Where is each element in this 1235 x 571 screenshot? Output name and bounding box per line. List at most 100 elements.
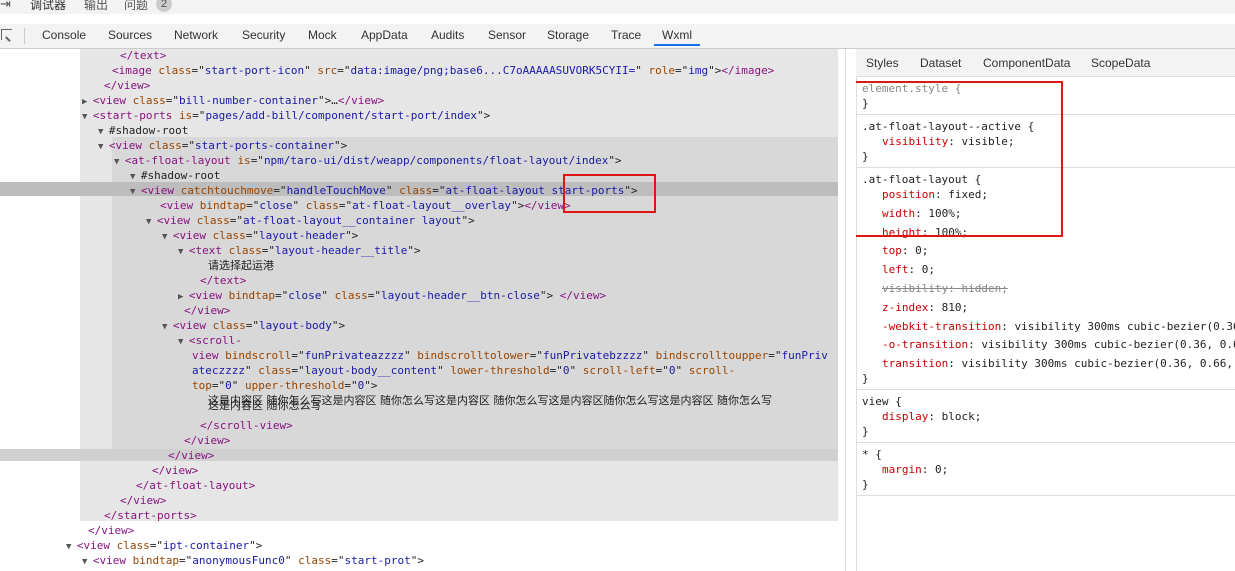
css-declaration[interactable]: visibility: hidden; — [882, 281, 1008, 296]
tab-trace[interactable]: Trace — [611, 28, 641, 42]
wxml-node-line[interactable]: ▼ #shadow-root — [98, 123, 188, 138]
subtab-componentdata[interactable]: ComponentData — [983, 56, 1070, 70]
wxml-token: =" — [261, 244, 275, 257]
wxml-token: class — [399, 184, 433, 197]
wxml-node-line[interactable]: ▶ <view class="bill-number-container">…<… — [82, 93, 384, 108]
css-property-value: visibility 300ms cubic-bezier(0.36, 0.66… — [961, 357, 1234, 371]
wxml-node-line[interactable]: </start-ports> — [104, 508, 197, 523]
wxml-node-line[interactable]: ateczzzz" class="layout-body__content" l… — [192, 363, 735, 378]
wxml-node-line[interactable]: 请选择起运港 — [208, 258, 274, 273]
dock-icon[interactable]: ⇥ — [0, 0, 11, 12]
css-declaration[interactable]: left: 0; — [882, 262, 935, 277]
tab-output[interactable]: 输出 — [84, 0, 108, 13]
wxml-node-line[interactable]: ▼ <view class="layout-header"> — [162, 228, 358, 243]
wxml-node-line[interactable]: ▼ <view class="ipt-container"> — [66, 538, 262, 553]
collapse-triangle-icon[interactable]: ▼ — [178, 337, 189, 347]
expand-triangle-icon[interactable]: ▶ — [178, 292, 189, 302]
wxml-node-line[interactable]: </at-float-layout> — [136, 478, 255, 493]
wxml-token: top — [192, 379, 212, 392]
subtab-scopedata[interactable]: ScopeData — [1091, 56, 1150, 70]
wxml-node-line[interactable]: ▼ <view class="layout-body"> — [162, 318, 345, 333]
wxml-token: "> — [511, 199, 525, 212]
wxml-token: </view> — [559, 289, 607, 302]
wxml-token: layout-body — [258, 319, 332, 332]
tab-audits[interactable]: Audits — [431, 28, 464, 42]
collapse-triangle-icon[interactable]: ▼ — [82, 112, 93, 122]
subtab-dataset[interactable]: Dataset — [920, 56, 961, 70]
css-selector[interactable]: view { — [862, 394, 902, 409]
tab-network[interactable]: Network — [174, 28, 218, 42]
collapse-triangle-icon[interactable]: ▼ — [98, 142, 109, 152]
inspect-element-icon[interactable] — [1, 29, 12, 40]
wxml-token: </text> — [120, 49, 167, 62]
collapse-triangle-icon[interactable]: ▼ — [162, 232, 173, 242]
collapse-triangle-icon[interactable]: ▼ — [66, 542, 77, 552]
wxml-node-line[interactable]: 这是内容区 随你怎么写 — [208, 398, 322, 413]
wxml-node-line[interactable]: ▼ <at-float-layout is="npm/taro-ui/dist/… — [114, 153, 622, 168]
css-declaration[interactable]: top: 0; — [882, 243, 928, 258]
wxml-node-line[interactable]: view bindscroll="funPrivateazzzz" bindsc… — [192, 348, 828, 363]
tab-debugger[interactable]: 调试器 — [30, 0, 66, 13]
wxml-token: </view> — [337, 94, 385, 107]
wxml-node-line[interactable]: ▶ <view bindtap="close" class="layout-he… — [178, 288, 606, 303]
tab-mock[interactable]: Mock — [308, 28, 337, 42]
tab-problems[interactable]: 问题 — [124, 0, 148, 13]
wxml-node-line[interactable]: ▼ <start-ports is="pages/add-bill/compon… — [82, 108, 490, 123]
wxml-token: <view — [76, 539, 117, 552]
wxml-token: 这是内容区 随你怎么写 — [208, 399, 322, 412]
wxml-token: class — [212, 319, 246, 332]
wxml-node-line[interactable]: </view> — [88, 523, 134, 538]
css-selector[interactable]: * { — [862, 447, 882, 462]
expand-triangle-icon[interactable]: ▶ — [82, 97, 93, 107]
wxml-node-line[interactable]: ▼ <view class="at-float-layout__containe… — [146, 213, 475, 228]
css-declaration[interactable]: margin: 0; — [882, 462, 948, 477]
wxml-node-line[interactable]: </text> — [200, 273, 246, 288]
wxml-node-line[interactable]: ▼ #shadow-root — [130, 168, 220, 183]
wxml-node-line[interactable]: ▼ <view catchtouchmove="handleTouchMove"… — [130, 183, 638, 198]
wxml-node-line[interactable]: <image class="start-port-icon" src="data… — [112, 63, 774, 78]
wxml-node-line[interactable]: </view> — [184, 433, 230, 448]
collapse-triangle-icon[interactable]: ▼ — [98, 127, 109, 137]
wxml-node-line[interactable]: </scroll-view> — [200, 418, 293, 433]
css-declaration[interactable]: transition: visibility 300ms cubic-bezie… — [882, 356, 1233, 371]
wxml-node-line[interactable]: ▼ <view bindtap="anonymousFunc0" class="… — [82, 553, 424, 568]
wxml-node-line[interactable]: <view bindtap="close" class="at-float-la… — [160, 198, 571, 213]
wxml-node-line[interactable]: ▼ <text class="layout-header__title"> — [178, 243, 421, 258]
wxml-node-line[interactable]: </view> — [152, 463, 198, 478]
wxml-node-line[interactable]: </view> — [104, 78, 150, 93]
tab-wxml[interactable]: Wxml — [654, 28, 700, 46]
collapse-triangle-icon[interactable]: ▼ — [82, 557, 93, 567]
tab-appdata[interactable]: AppData — [361, 28, 408, 42]
tab-console[interactable]: Console — [42, 28, 86, 42]
css-declaration[interactable]: display: block; — [882, 409, 981, 424]
tab-sources[interactable]: Sources — [108, 28, 152, 42]
wxml-node-line[interactable]: </view> — [120, 493, 166, 508]
wxml-token: is — [237, 154, 251, 167]
collapse-triangle-icon[interactable]: ▼ — [162, 322, 173, 332]
collapse-triangle-icon[interactable]: ▼ — [114, 157, 125, 167]
wxml-node-line[interactable]: ▼ <view class="start-ports-container"> — [98, 138, 347, 153]
wxml-token: class — [212, 229, 246, 242]
css-declaration[interactable]: -o-transition: visibility 300ms cubic-be… — [882, 337, 1235, 352]
css-property-name: left — [882, 263, 909, 277]
wxml-node-line[interactable]: top="0" upper-threshold="0"> — [192, 378, 377, 393]
wxml-node-line[interactable]: ▼ <scroll- — [178, 333, 242, 348]
wxml-node-line[interactable]: </view> — [168, 448, 214, 463]
tab-sensor[interactable]: Sensor — [488, 28, 526, 42]
subtab-styles[interactable]: Styles — [860, 49, 905, 77]
annotation-box-class — [563, 174, 656, 213]
collapse-triangle-icon[interactable]: ▼ — [146, 217, 157, 227]
wxml-node-line[interactable]: </view> — [184, 303, 230, 318]
collapse-triangle-icon[interactable]: ▼ — [130, 172, 141, 182]
wxml-node-line[interactable]: </text> — [120, 49, 166, 63]
collapse-triangle-icon[interactable]: ▼ — [130, 187, 141, 197]
css-declaration[interactable]: z-index: 810; — [882, 300, 968, 315]
css-property-name: margin — [882, 463, 922, 477]
tab-security[interactable]: Security — [242, 28, 285, 42]
css-property-name: visibility — [882, 282, 949, 295]
wxml-token: bindscroll — [225, 349, 292, 362]
tab-storage[interactable]: Storage — [547, 28, 589, 42]
wxml-token: <view — [92, 94, 133, 107]
css-declaration[interactable]: -webkit-transition: visibility 300ms cub… — [882, 319, 1235, 334]
collapse-triangle-icon[interactable]: ▼ — [178, 247, 189, 257]
